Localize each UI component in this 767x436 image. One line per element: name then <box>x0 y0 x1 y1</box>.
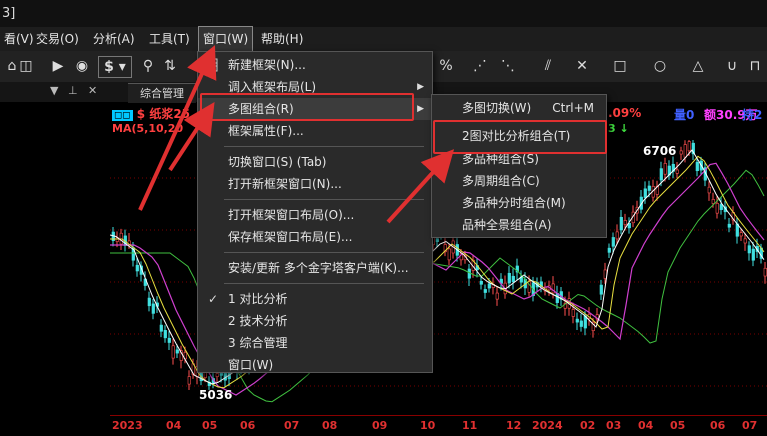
tab-comprehensive-management[interactable]: 综合管理 <box>128 83 196 103</box>
symbol-name: $ 纸浆25 <box>136 107 191 121</box>
window-menu-item-3[interactable]: 框架属性(F)... <box>198 120 432 142</box>
submenu-item-label: 多周期组合(C) <box>462 174 540 188</box>
window-menu-item-13[interactable]: ✓ 1 对比分析 <box>198 288 432 310</box>
menu-item-5[interactable]: 帮助(H) <box>257 27 307 51</box>
window-menu-item-label: 窗口(W) <box>228 358 274 372</box>
axis-label: 10 <box>420 419 436 432</box>
axis-label: 05 <box>202 419 218 432</box>
window-menu-item-label: 切换窗口(S) (Tab) <box>228 155 327 169</box>
ma-label: MA(5,10,20 <box>112 122 184 135</box>
new-frame-icon <box>204 57 218 72</box>
dollar-dropdown-icon[interactable]: $ ▾ <box>98 56 132 78</box>
hold-label: 持2 <box>742 108 763 122</box>
window-title: 3] <box>2 6 16 21</box>
high-price-label: 6706 <box>643 144 677 158</box>
multi-chart-submenu: 多图切换(W) Ctrl+M 2图对比分析组合(T) 多品种组合(S) 多周期组合(C)… <box>431 94 607 238</box>
menu-item-1[interactable]: 交易(O) <box>32 27 83 51</box>
submenu-item-label: 多图切换(W) <box>462 101 532 115</box>
axis-label: 07 <box>284 419 300 432</box>
menu-separator <box>224 199 424 200</box>
axis-label: 2023 <box>112 419 143 432</box>
submenu-arrow-icon: ▶ <box>417 104 424 114</box>
menu-separator <box>224 252 424 253</box>
shortcut-label: Ctrl+M <box>552 101 594 115</box>
axis-label: 04 <box>166 419 182 432</box>
window-menu-item-0[interactable]: 新建框架(N)... <box>198 54 432 76</box>
submenu-item-3[interactable]: 多周期组合(C) <box>432 170 606 192</box>
close-icon[interactable]: ✕ <box>88 84 97 97</box>
window-menu-item-15[interactable]: 3 综合管理 <box>198 332 432 354</box>
time-axis: 2023 04 05 06 07 08 09 10 11 12 2024 02 03 04 05 06 07 <box>110 415 767 436</box>
axis-label: 2024 <box>532 419 563 432</box>
window-menu-item-6[interactable]: 打开新框架窗口(N)... <box>198 173 432 195</box>
axis-label: 09 <box>372 419 388 432</box>
parallel-icon[interactable]: ⫽ <box>538 56 558 76</box>
circle-icon[interactable]: ○ <box>650 56 670 76</box>
axis-label: 12 <box>506 419 522 432</box>
volume-label: 量0 <box>674 108 695 122</box>
symbol-toggle-icon[interactable]: ◻◻ <box>112 110 133 121</box>
window-menu-item-label: 3 综合管理 <box>228 336 288 350</box>
window-menu-item-label: 2 技术分析 <box>228 314 288 328</box>
axis-label: 03 <box>606 419 622 432</box>
title-bar: 3] <box>0 0 767 27</box>
window-menu-item-5[interactable]: 切换窗口(S) (Tab) <box>198 151 432 173</box>
window-menu-item-label: 安装/更新 多个金字塔客户端(K)... <box>228 261 409 275</box>
submenu-item-5[interactable]: 品种全景组合(A) <box>432 214 606 236</box>
submenu-item-4[interactable]: 多品种分时组合(M) <box>432 192 606 214</box>
menu-separator <box>224 283 424 284</box>
window-menu-item-9[interactable]: 保存框架窗口布局(E)... <box>198 226 432 248</box>
axis-label: 11 <box>462 419 478 432</box>
window-menu-item-label: 打开框架窗口布局(O)... <box>228 208 355 222</box>
fan-icon[interactable]: ⋰ <box>470 56 490 76</box>
ma-value-3: 3 ↓ <box>608 122 629 135</box>
window-menu-item-16[interactable]: 窗口(W) <box>198 354 432 376</box>
record-icon[interactable]: ◉ <box>72 56 92 76</box>
chart-icon[interactable]: ◫ <box>16 56 36 76</box>
window-menu-item-label: 保存框架窗口布局(E)... <box>228 230 353 244</box>
pin-panel-icon[interactable]: ⊥ <box>68 84 78 97</box>
submenu-item-label: 品种全景组合(A) <box>462 218 552 232</box>
window-menu-item-8[interactable]: 打开框架窗口布局(O)... <box>198 204 432 226</box>
submenu-item-label: 多品种分时组合(M) <box>462 196 566 210</box>
window-menu-item-label: 新建框架(N)... <box>228 58 306 72</box>
submenu-arrow-icon: ▶ <box>417 82 424 92</box>
pin-icon[interactable]: ⊓ <box>745 56 765 76</box>
window-menu-item-label: 打开新框架窗口(N)... <box>228 177 342 191</box>
collapse-icon[interactable]: ▼ <box>50 84 58 97</box>
low-price-label: 5036 <box>199 388 233 402</box>
filter-icon[interactable]: ⚲ <box>138 56 158 76</box>
pct-icon[interactable]: % <box>436 56 456 76</box>
axis-label: 05 <box>670 419 686 432</box>
window-menu-item-14[interactable]: 2 技术分析 <box>198 310 432 332</box>
window-menu-item-label: 框架属性(F)... <box>228 124 304 138</box>
menu-item-4[interactable]: 窗口(W) <box>197 26 254 52</box>
axis-label: 02 <box>580 419 596 432</box>
menu-separator <box>224 146 424 147</box>
symbol-selector[interactable]: ◻◻ $ 纸浆25 <box>112 105 190 122</box>
rays-icon[interactable]: ⋱ <box>498 56 518 76</box>
axis-label: 04 <box>638 419 654 432</box>
magnet-icon[interactable]: ∪ <box>722 56 742 76</box>
menu-bar: 看(V) 交易(O) 分析(A) 工具(T) 窗口(W) 帮助(H) <box>0 26 767 52</box>
window-menu-item-label: 1 对比分析 <box>228 292 288 306</box>
percent-change: .09% <box>608 106 642 120</box>
menu-item-3[interactable]: 工具(T) <box>145 27 194 51</box>
cross-lines-icon[interactable]: ✕ <box>572 56 592 76</box>
rectangle-icon[interactable]: □ <box>610 56 630 76</box>
menu-item-2[interactable]: 分析(A) <box>89 27 139 51</box>
axis-label: 07 <box>742 419 758 432</box>
sort-icon[interactable]: ⇅ <box>160 56 180 76</box>
highlight-box-2-chart-compare <box>433 120 607 154</box>
play-icon[interactable]: ▶ <box>48 56 68 76</box>
axis-label: 06 <box>240 419 256 432</box>
check-icon: ✓ <box>208 292 219 306</box>
highlight-box-multi-chart <box>200 93 414 121</box>
axis-label: 08 <box>322 419 338 432</box>
submenu-item-0[interactable]: 多图切换(W) Ctrl+M <box>432 97 606 119</box>
triangle-icon[interactable]: △ <box>688 56 708 76</box>
window-menu-item-11[interactable]: 安装/更新 多个金字塔客户端(K)... <box>198 257 432 279</box>
axis-label: 06 <box>710 419 726 432</box>
